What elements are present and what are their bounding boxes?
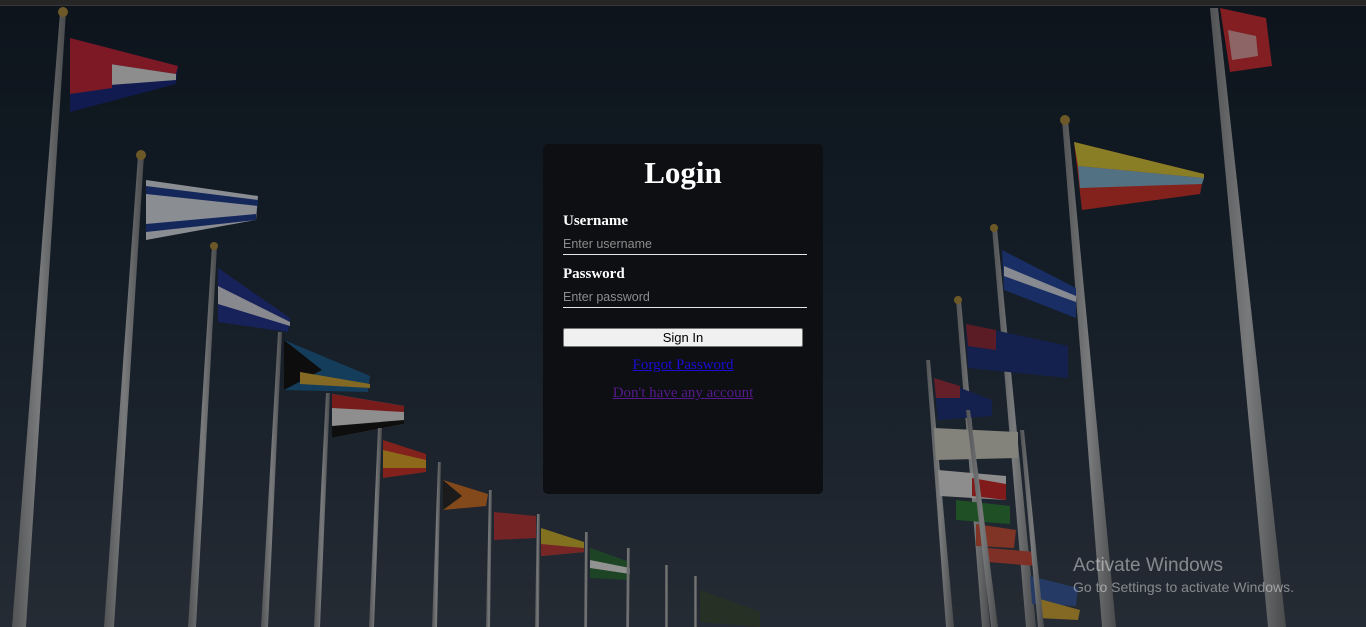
activate-windows-title: Activate Windows [1073, 555, 1223, 576]
page-background: Login Username Password Sign In Forgot P… [0, 0, 1366, 627]
create-account-link[interactable]: Don't have any account [563, 384, 803, 402]
password-input[interactable] [563, 287, 807, 308]
username-input[interactable] [563, 234, 807, 255]
login-title: Login [644, 155, 722, 190]
username-label: Username [563, 213, 628, 229]
password-label: Password [563, 266, 625, 282]
forgot-password-link[interactable]: Forgot Password [563, 356, 803, 374]
sign-in-button[interactable]: Sign In [563, 328, 803, 347]
activate-windows-subtitle: Go to Settings to activate Windows. [1073, 579, 1294, 595]
login-card: Login Username Password Sign In Forgot P… [543, 144, 823, 494]
